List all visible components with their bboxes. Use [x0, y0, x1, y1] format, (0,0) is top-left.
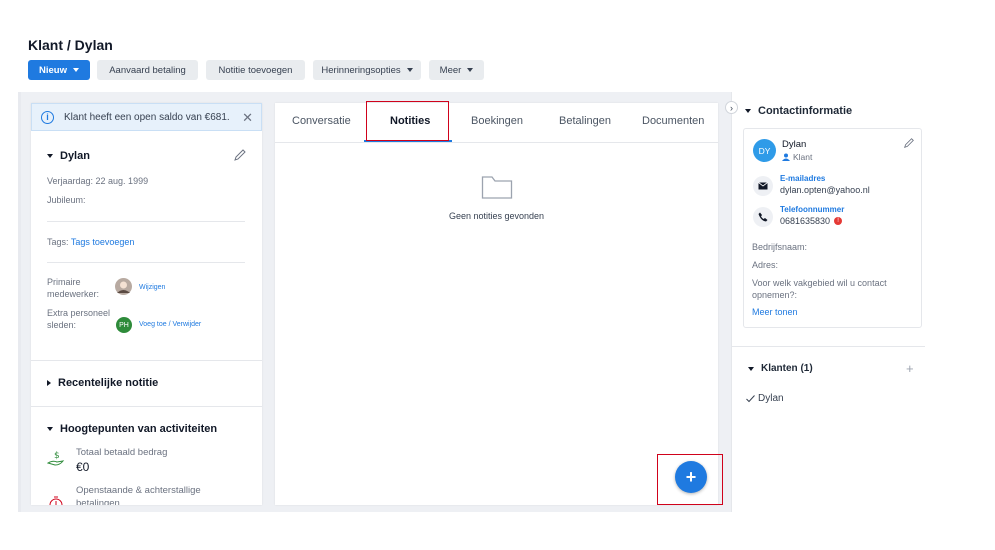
primary-employee-label: Primaire medewerker:: [47, 277, 100, 299]
caret-down-icon: [47, 427, 53, 431]
divider: [31, 360, 262, 361]
customer-section-toggle[interactable]: Dylan: [47, 150, 90, 162]
money-hand-icon: $: [47, 451, 65, 466]
email-label: E-mailadres: [780, 174, 826, 183]
empty-notes-text: Geen notities gevonden: [448, 211, 545, 221]
collapse-chevron-icon[interactable]: ›: [725, 101, 738, 114]
tags-row: Tags: Tags toevoegen: [47, 237, 134, 247]
phone-label: Telefoonnummer: [780, 205, 845, 214]
contact-role: Klant: [782, 152, 812, 162]
check-icon: [746, 394, 755, 402]
page-header: Klant / Dylan Nieuw Aanvaard betaling No…: [18, 28, 928, 92]
show-more-link[interactable]: Meer tonen: [752, 307, 798, 317]
customer-name: Dylan: [60, 150, 90, 162]
recent-note-toggle[interactable]: Recentelijke notitie: [47, 377, 158, 389]
highlights-toggle[interactable]: Hoogtepunten van activiteiten: [47, 423, 217, 435]
chevron-down-icon: [467, 68, 474, 72]
add-tags-link[interactable]: Tags toevoegen: [71, 237, 135, 247]
chevron-down-icon: [72, 68, 79, 72]
customer-details-panel: i Klant heeft een open saldo van €681. ✕…: [31, 103, 262, 505]
contact-avatar: DY: [753, 139, 776, 162]
more-button-label: Meer: [439, 64, 462, 76]
caret-right-icon: [47, 380, 51, 386]
divider: [31, 406, 262, 407]
folder-icon: [481, 176, 513, 199]
stopwatch-icon: [49, 496, 63, 505]
email-icon: [753, 176, 773, 196]
edit-pencil-icon[interactable]: [233, 148, 247, 162]
add-note-button[interactable]: Notitie toevoegen: [206, 60, 305, 80]
more-button[interactable]: Meer: [429, 60, 484, 80]
highlight-fab: [657, 454, 723, 505]
email-value[interactable]: dylan.opten@yahoo.nl: [780, 185, 870, 195]
company-label: Bedrijfsnaam:: [752, 242, 808, 252]
divider: [732, 346, 925, 347]
reminder-options-label: Herinneringsopties: [321, 64, 401, 76]
warning-icon: !: [834, 217, 843, 225]
contact-name: Dylan: [782, 139, 807, 150]
add-remove-staff-link[interactable]: Voeg toe / Verwijder: [139, 321, 201, 328]
tab-documenten[interactable]: Documenten: [642, 115, 704, 127]
divider: [47, 221, 245, 222]
notes-panel: Conversatie Notities Boekingen Betalinge…: [275, 103, 718, 505]
new-button-label: Nieuw: [39, 64, 67, 76]
contact-section-toggle[interactable]: Contactinformatie: [745, 105, 852, 117]
outstanding-label: Openstaande & achterstallige betalingen: [76, 485, 201, 505]
address-label: Adres:: [752, 260, 779, 270]
birthday-text: Verjaardag: 22 aug. 1999: [47, 176, 149, 186]
tab-boekingen[interactable]: Boekingen: [471, 115, 523, 127]
highlight-notities-tab: [366, 101, 449, 141]
total-paid-label: Totaal betaald bedrag: [76, 447, 168, 458]
recent-note-title: Recentelijke notitie: [58, 377, 159, 389]
highlights-title: Hoogtepunten van activiteiten: [60, 423, 218, 435]
jubileum-text: Jubileum:: [47, 195, 86, 205]
reminder-options-button[interactable]: Herinneringsopties: [313, 60, 421, 80]
add-client-button[interactable]: +: [906, 361, 914, 376]
phone-value[interactable]: 0681635830: [780, 216, 830, 226]
close-icon[interactable]: ✕: [242, 110, 253, 126]
total-paid-value: €0: [76, 460, 90, 474]
person-icon: [782, 153, 790, 161]
change-primary-link[interactable]: Wijzigen: [139, 284, 165, 291]
accept-payment-button[interactable]: Aanvaard betaling: [97, 60, 198, 80]
info-icon: i: [41, 110, 54, 124]
phone-icon: [753, 207, 773, 227]
client-list-item[interactable]: Dylan: [746, 393, 784, 404]
contact-heading: Contactinformatie: [758, 105, 853, 117]
field-question-label: Voor welk vakgebied wil u contact opneme…: [752, 278, 887, 300]
page-title: Klant / Dylan: [28, 37, 113, 53]
divider: [47, 262, 245, 263]
caret-down-icon: [745, 109, 751, 113]
clients-heading: Klanten (1): [761, 363, 813, 374]
caret-down-icon: [748, 366, 754, 371]
svg-text:$: $: [54, 451, 60, 461]
chevron-down-icon: [406, 68, 413, 72]
tab-conversatie[interactable]: Conversatie: [292, 115, 351, 127]
clients-section-toggle[interactable]: Klanten (1): [748, 363, 813, 374]
tabs-divider: [275, 142, 718, 143]
employee-avatar: [115, 278, 132, 295]
alert-text: Klant heeft een open saldo van €681.: [64, 111, 230, 123]
open-balance-alert: i Klant heeft een open saldo van €681. ✕: [31, 103, 262, 131]
tags-label: Tags:: [47, 237, 69, 247]
staff-avatar: PH: [116, 317, 132, 333]
contact-role-text: Klant: [793, 152, 813, 162]
tab-betalingen[interactable]: Betalingen: [559, 115, 611, 127]
caret-down-icon: [47, 154, 53, 158]
client-name: Dylan: [758, 393, 784, 404]
new-button[interactable]: Nieuw: [28, 60, 90, 80]
phone-row: 0681635830 !: [780, 216, 843, 226]
edit-contact-pencil-icon[interactable]: [903, 137, 915, 149]
extra-staff-label: Extra personeelsleden:: [47, 308, 111, 330]
